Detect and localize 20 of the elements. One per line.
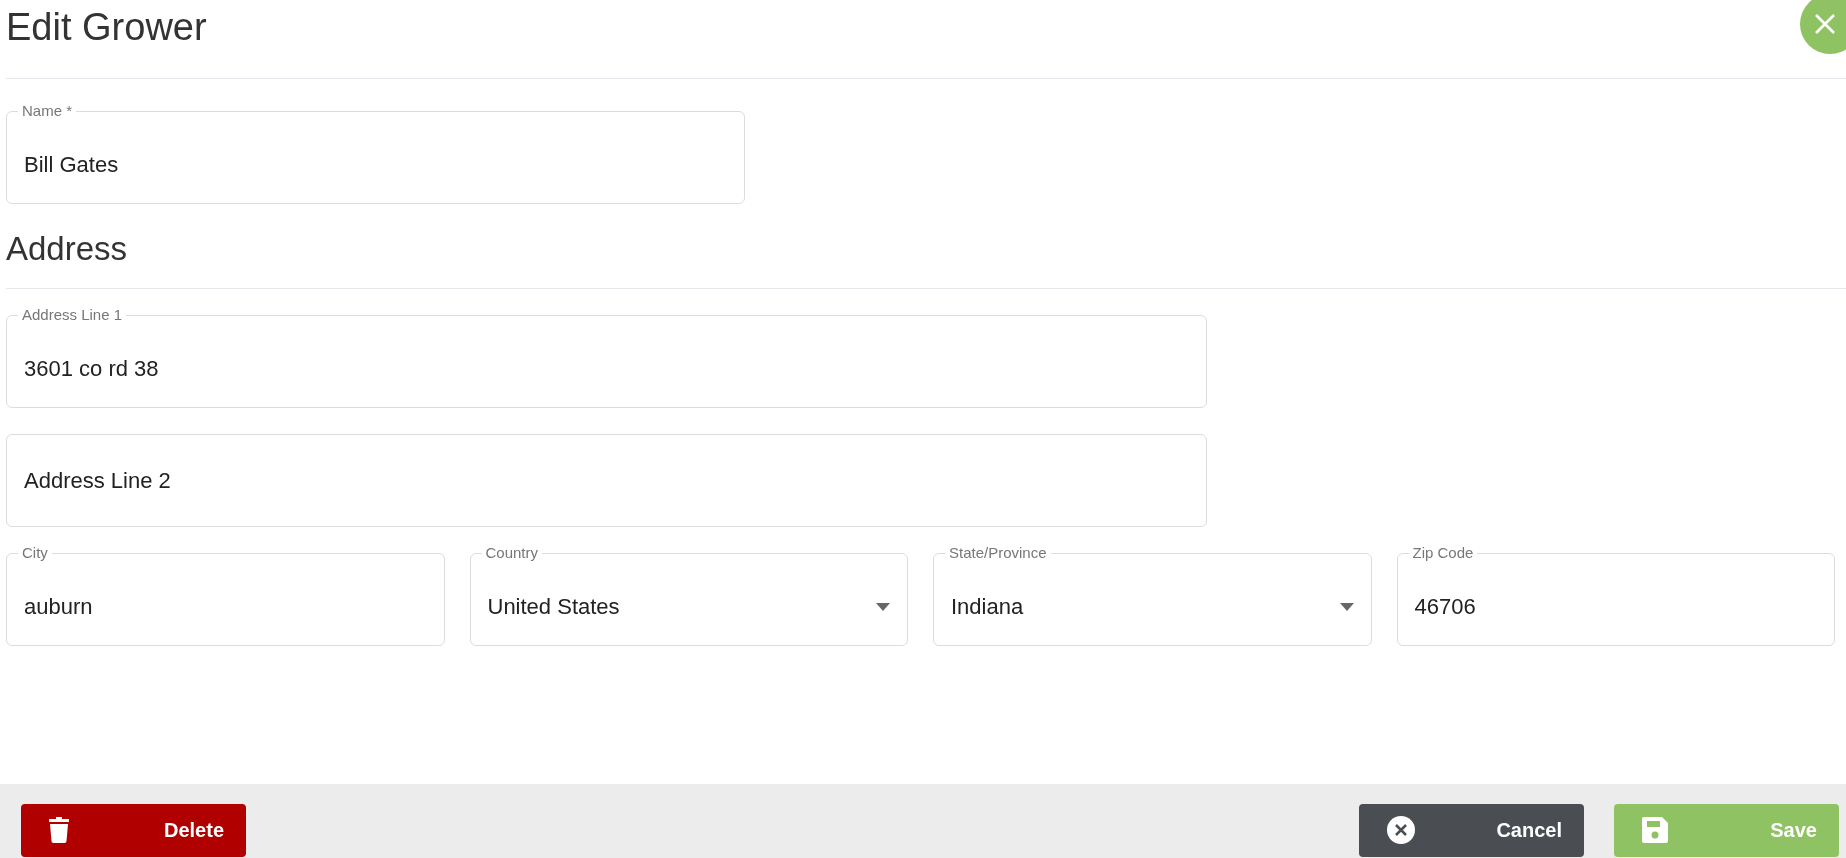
name-field[interactable]: Name * Bill Gates — [6, 102, 745, 204]
field-label: Address Line 1 — [18, 306, 127, 323]
field-label: State/Province — [945, 544, 1051, 561]
text-field[interactable]: Zip Code 46706 — [1396, 544, 1835, 646]
dropdown-caret-icon — [1339, 603, 1354, 611]
dialog-title: Edit Grower — [6, 5, 207, 50]
address-field[interactable]: Address Line 1 3601 co rd 38 — [6, 306, 1207, 408]
field-label: Zip Code — [1408, 544, 1478, 561]
cancel-circle-icon — [1387, 816, 1415, 844]
field-label: City — [18, 544, 52, 561]
dropdown-caret-icon — [876, 603, 890, 611]
delete-button[interactable]: Delete — [21, 803, 246, 857]
trash-icon — [49, 817, 69, 843]
cancel-button[interactable]: Cancel — [1359, 803, 1584, 857]
section-heading: Address — [6, 230, 129, 268]
address-field[interactable]: Address Line 2 — [6, 425, 1207, 527]
close-icon — [1814, 13, 1836, 35]
text-field[interactable]: City auburn — [6, 544, 445, 646]
dropdown-field[interactable]: State/Province Indiana — [933, 544, 1372, 646]
dropdown-field[interactable]: Country United States — [469, 544, 908, 646]
